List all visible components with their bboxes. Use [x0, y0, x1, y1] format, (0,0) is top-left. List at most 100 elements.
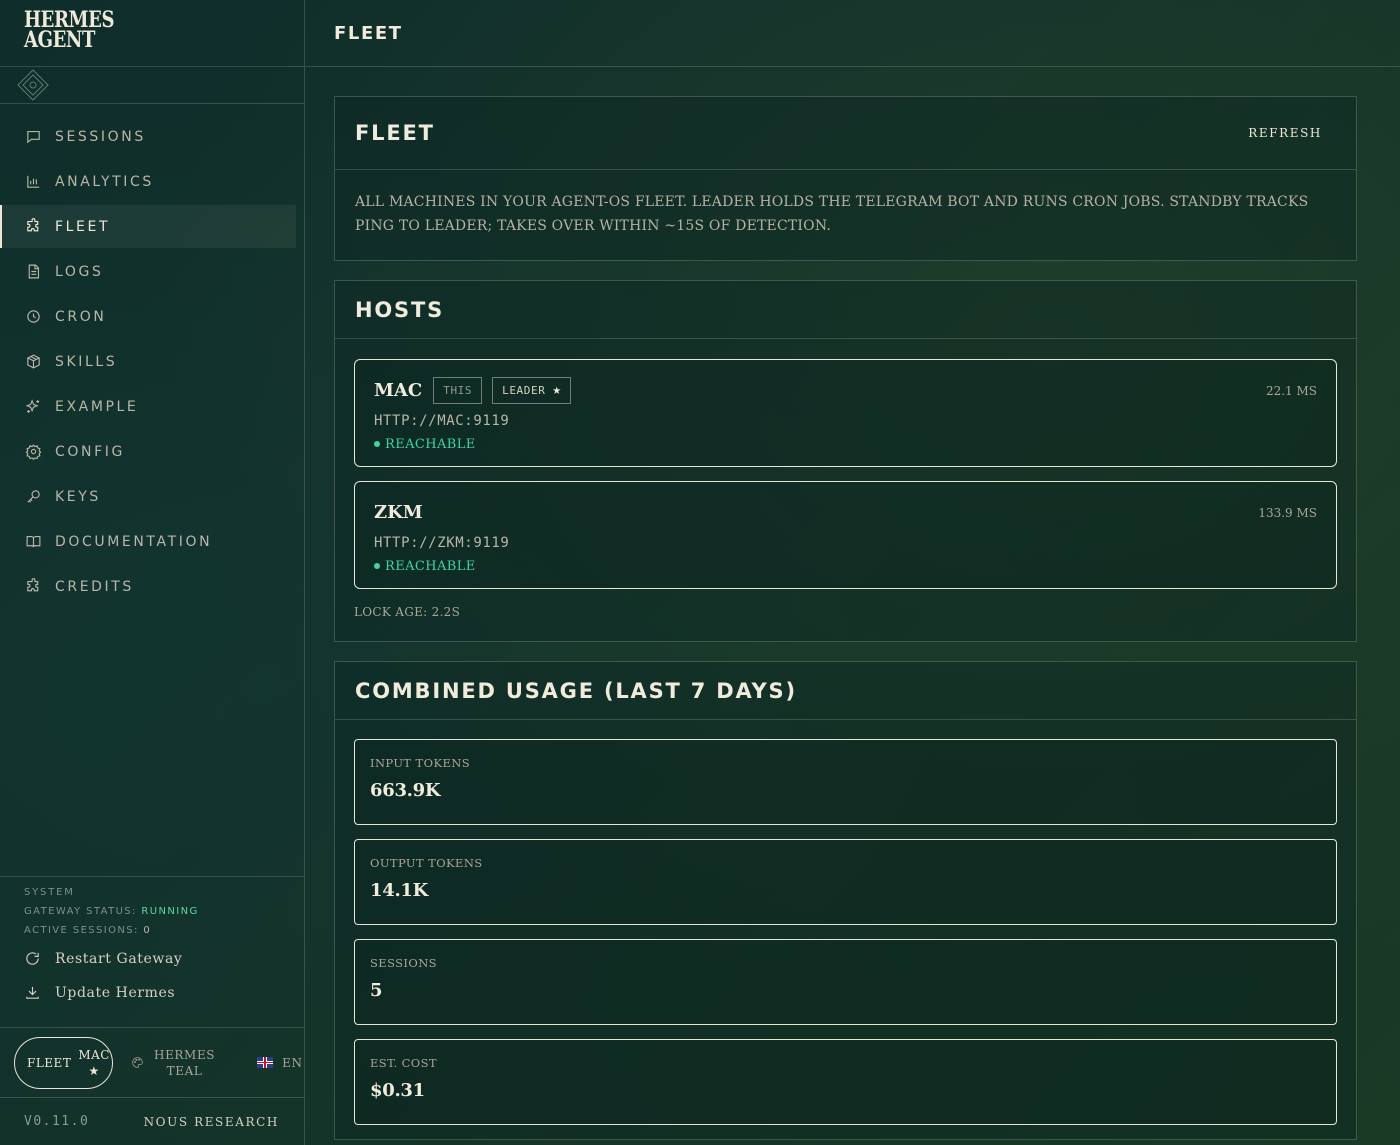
- active-sessions: ACTIVE SESSIONS: 0: [24, 925, 304, 936]
- sidebar-item-label: EXAMPLE: [55, 398, 139, 415]
- host-card-mac[interactable]: MAC THIS LEADER ★ 22.1 MS HTTP://MAC:911…: [354, 359, 1337, 467]
- active-sessions-value: 0: [143, 925, 152, 936]
- metric-value: 14.1K: [370, 880, 428, 901]
- fleet-host-name: MAC: [78, 1047, 110, 1062]
- host-card-zkm[interactable]: ZKM 133.9 MS HTTP://ZKM:9119 REACHABLE: [354, 481, 1337, 589]
- metric-label: EST. COST: [370, 1056, 437, 1070]
- sidebar-nav: SESSIONS ANALYTICS FLEET LOGS CRON SKILL…: [0, 104, 304, 610]
- theme-name: HERMES TEAL: [154, 1047, 215, 1079]
- restart-gateway-button[interactable]: Restart Gateway: [24, 950, 304, 967]
- metric-value: 5: [370, 980, 383, 1001]
- sidebar-item-skills[interactable]: SKILLS: [0, 340, 296, 383]
- palette-icon: [132, 1057, 143, 1068]
- sidebar-item-config[interactable]: CONFIG: [0, 430, 296, 473]
- usage-card: COMBINED USAGE (LAST 7 DAYS) INPUT TOKEN…: [334, 661, 1357, 1140]
- sigil-row: [0, 67, 304, 104]
- sparkles-icon: [24, 398, 42, 416]
- host-status-label: REACHABLE: [385, 437, 476, 452]
- language-switcher-button[interactable]: EN: [257, 1056, 302, 1070]
- host-status-label: REACHABLE: [385, 559, 476, 574]
- puzzle-icon: [24, 218, 42, 236]
- fleet-switcher-host: MAC ★: [78, 1047, 110, 1079]
- sidebar-item-label: LOGS: [55, 263, 104, 280]
- sidebar-item-documentation[interactable]: DOCUMENTATION: [0, 520, 296, 563]
- usage-metrics: INPUT TOKENS 663.9K OUTPUT TOKENS 14.1K …: [335, 720, 1356, 1125]
- theme-name-line1: HERMES: [154, 1047, 216, 1062]
- host-name: MAC: [374, 379, 423, 401]
- refresh-icon: [26, 952, 39, 965]
- gear-icon: [24, 443, 42, 461]
- metric-label: SESSIONS: [370, 956, 437, 970]
- leader-badge: LEADER ★: [492, 376, 572, 404]
- diamond-sigil-icon: [17, 69, 49, 101]
- book-icon: [24, 533, 42, 551]
- sidebar-item-label: SESSIONS: [55, 128, 146, 145]
- this-badge: THIS: [433, 376, 483, 404]
- sidebar-item-label: SKILLS: [55, 353, 118, 370]
- gateway-status: GATEWAY STATUS: RUNNING: [24, 906, 304, 917]
- sidebar-item-label: FLEET: [55, 218, 111, 235]
- top-bar: FLEET: [305, 0, 1400, 67]
- metric-value: 663.9K: [370, 780, 441, 801]
- uk-flag-icon: [257, 1057, 274, 1068]
- main-content: FLEET FLEET REFRESH ALL MACHINES IN YOUR…: [305, 0, 1400, 1145]
- host-url: HTTP://MAC:9119: [374, 413, 510, 429]
- footer-controls: FLEET MAC ★ HERMES TEAL EN: [0, 1027, 304, 1098]
- hosts-card: HOSTS MAC THIS LEADER ★ 22.1 MS HTTP://M…: [334, 280, 1357, 642]
- sidebar: HERMES AGENT SESSIONS ANALYTICS FLEET LO…: [0, 0, 305, 1145]
- file-text-icon: [24, 263, 42, 281]
- refresh-button[interactable]: REFRESH: [1248, 126, 1322, 140]
- theme-switcher-button[interactable]: HERMES TEAL: [131, 1047, 215, 1079]
- sidebar-item-logs[interactable]: LOGS: [0, 250, 296, 293]
- sidebar-item-sessions[interactable]: SESSIONS: [0, 115, 296, 158]
- page-title: FLEET: [334, 22, 403, 44]
- status-dot-icon: [374, 440, 380, 447]
- brand-logo[interactable]: HERMES AGENT: [0, 0, 304, 67]
- leader-star-icon: ★: [88, 1063, 100, 1078]
- sidebar-item-credits[interactable]: CREDITS: [0, 565, 296, 608]
- language-label: EN: [282, 1055, 303, 1070]
- sidebar-item-fleet[interactable]: FLEET: [0, 205, 296, 248]
- fleet-switcher-label: FLEET: [27, 1055, 72, 1070]
- active-sessions-label: ACTIVE SESSIONS:: [24, 925, 139, 936]
- system-panel: SYSTEM GATEWAY STATUS: RUNNING ACTIVE SE…: [0, 876, 304, 1001]
- fleet-card: FLEET REFRESH ALL MACHINES IN YOUR AGENT…: [334, 96, 1357, 261]
- update-hermes-label: Update Hermes: [55, 984, 176, 1001]
- lock-age: LOCK AGE: 2.2S: [354, 605, 461, 619]
- leader-badge-label: LEADER: [502, 383, 546, 397]
- package-icon: [24, 353, 42, 371]
- host-status: REACHABLE: [374, 559, 1317, 574]
- status-dot-icon: [374, 562, 380, 569]
- sidebar-item-keys[interactable]: KEYS: [0, 475, 296, 518]
- fleet-switcher-button[interactable]: FLEET MAC ★: [14, 1036, 113, 1089]
- sidebar-item-example[interactable]: EXAMPLE: [0, 385, 296, 428]
- metric-value: $0.31: [370, 1080, 425, 1101]
- update-hermes-button[interactable]: Update Hermes: [24, 984, 304, 1001]
- metric-output-tokens: OUTPUT TOKENS 14.1K: [354, 839, 1337, 925]
- sidebar-item-label: DOCUMENTATION: [55, 533, 213, 550]
- hosts-card-header: HOSTS: [335, 281, 1356, 339]
- sidebar-item-label: CREDITS: [55, 578, 134, 595]
- metric-label: OUTPUT TOKENS: [370, 856, 483, 870]
- host-name: ZKM: [374, 501, 423, 523]
- usage-card-title: COMBINED USAGE (LAST 7 DAYS): [355, 678, 797, 703]
- version-label: V0.11.0: [24, 1114, 90, 1129]
- sidebar-item-analytics[interactable]: ANALYTICS: [0, 160, 296, 203]
- sidebar-item-cron[interactable]: CRON: [0, 295, 296, 338]
- metric-sessions: SESSIONS 5: [354, 939, 1337, 1025]
- download-icon: [26, 986, 39, 999]
- version-row: V0.11.0 NOUS RESEARCH: [0, 1098, 304, 1145]
- theme-name-line2: TEAL: [166, 1063, 203, 1078]
- fleet-card-header: FLEET REFRESH: [335, 97, 1356, 170]
- host-url: HTTP://ZKM:9119: [374, 535, 510, 551]
- restart-gateway-label: Restart Gateway: [55, 950, 183, 967]
- host-latency: 133.9 MS: [1258, 506, 1317, 520]
- fleet-description: ALL MACHINES IN YOUR AGENT-OS FLEET. LEA…: [355, 194, 1309, 234]
- nous-research-link[interactable]: NOUS RESEARCH: [144, 1115, 279, 1129]
- brand-line-2: AGENT: [24, 27, 96, 53]
- metric-input-tokens: INPUT TOKENS 663.9K: [354, 739, 1337, 825]
- host-status: REACHABLE: [374, 437, 1317, 452]
- gateway-status-value: RUNNING: [141, 906, 199, 917]
- usage-card-header: COMBINED USAGE (LAST 7 DAYS): [335, 662, 1356, 720]
- bar-chart-icon: [24, 173, 42, 191]
